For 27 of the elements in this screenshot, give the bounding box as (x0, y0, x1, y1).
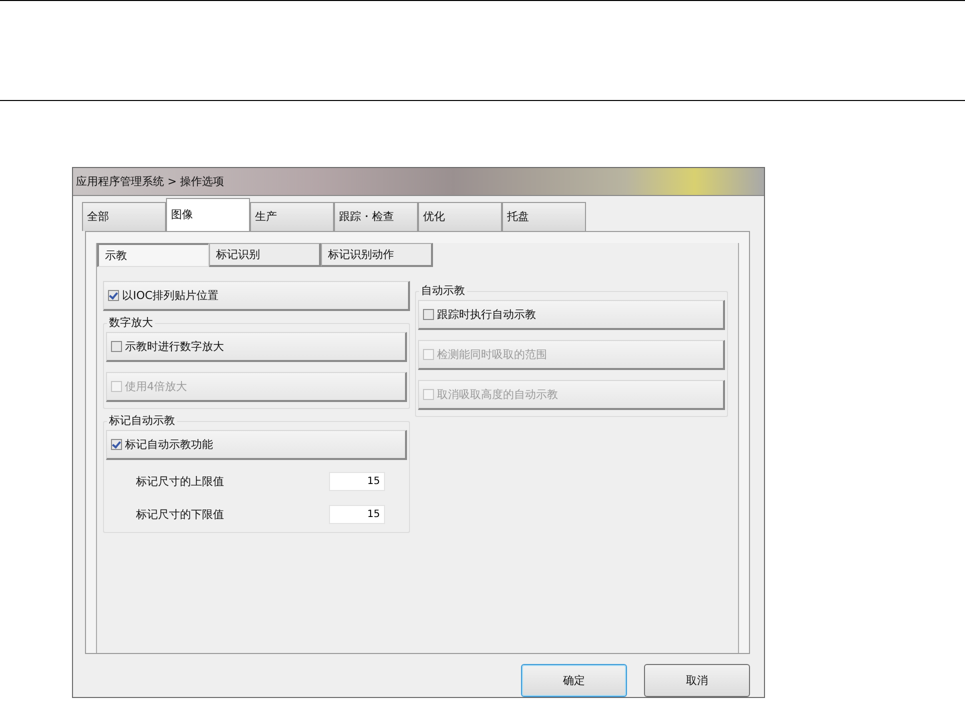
number-field[interactable]: 15 (329, 472, 386, 491)
field-label: 标记尺寸的下限值 (136, 506, 224, 522)
checkbox[interactable] (111, 438, 122, 450)
checkbox[interactable] (111, 340, 122, 352)
checkbox-option[interactable]: 示教时进行数字放大 (106, 332, 408, 362)
checkbox-option[interactable]: 标记自动示教功能 (106, 430, 408, 460)
dialog-button[interactable]: 确定 (521, 664, 627, 697)
group-title: 自动示教 (419, 282, 468, 298)
field-label: 标记尺寸的上限值 (136, 474, 224, 489)
checkbox-option[interactable]: 以IOC排列贴片位置 (103, 280, 410, 311)
subtab[interactable]: 标记识别动作 (321, 242, 433, 267)
tab[interactable]: 生产 (250, 202, 334, 231)
window-title: 应用程序管理系统 > 操作选项 (73, 168, 764, 196)
tab[interactable]: 优化 (418, 202, 502, 231)
group-title: 标记自动示教 (107, 412, 177, 428)
tab[interactable]: 跟踪・检查 (334, 202, 418, 231)
group-title: 数字放大 (107, 314, 155, 330)
subtab[interactable]: 标记识别 (209, 242, 321, 267)
number-field[interactable]: 15 (329, 504, 386, 524)
tab[interactable]: 托盘 (502, 202, 586, 231)
checkbox[interactable] (423, 308, 434, 320)
checkbox[interactable] (108, 290, 119, 301)
checkbox-option[interactable]: 跟踪时执行自动示教 (418, 300, 725, 330)
subtab[interactable]: 示教 (97, 242, 209, 267)
dialog-button[interactable]: 取消 (644, 664, 750, 697)
tab[interactable]: 全部 (82, 202, 166, 231)
tab[interactable]: 图像 (166, 198, 250, 231)
